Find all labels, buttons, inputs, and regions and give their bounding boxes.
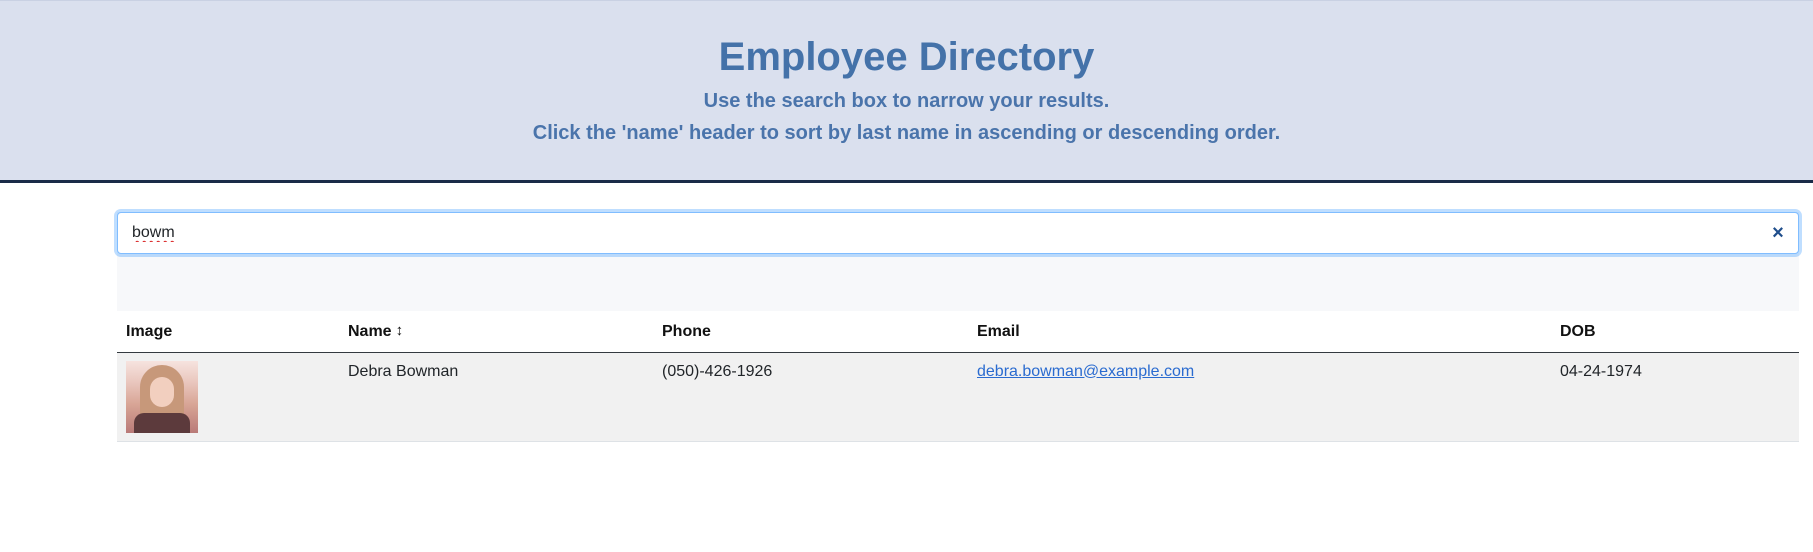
column-header-name[interactable]: Name ↕ bbox=[339, 312, 653, 353]
cell-dob: 04-24-1974 bbox=[1551, 352, 1799, 442]
employee-name: Debra Bowman bbox=[348, 362, 459, 380]
cell-image bbox=[117, 352, 339, 442]
column-header-dob-label: DOB bbox=[1560, 322, 1596, 340]
column-header-image: Image bbox=[117, 312, 339, 353]
page-subtitle-search-hint: Use the search box to narrow your result… bbox=[703, 90, 1110, 112]
table-row: Debra Bowman (050)-426-1926 debra.bowman… bbox=[117, 352, 1799, 442]
employee-dob: 04-24-1974 bbox=[1560, 362, 1642, 380]
search-input[interactable] bbox=[119, 214, 1739, 252]
page-header: Employee Directory Use the search box to… bbox=[0, 0, 1813, 183]
cell-name: Debra Bowman bbox=[339, 352, 653, 442]
employee-phone: (050)-426-1926 bbox=[662, 362, 773, 380]
column-header-name-label: Name bbox=[348, 323, 392, 341]
search-box: × bbox=[117, 212, 1799, 254]
cell-email: debra.bowman@example.com bbox=[968, 352, 1551, 442]
clear-search-icon[interactable]: × bbox=[1766, 221, 1790, 245]
employee-table: Image Name ↕ Phone Email DOB Debra Bowma… bbox=[117, 312, 1799, 442]
sort-icon[interactable]: ↕ bbox=[396, 322, 404, 339]
column-header-phone-label: Phone bbox=[662, 322, 711, 340]
cell-phone: (050)-426-1926 bbox=[653, 352, 968, 442]
page-subtitle-sort-hint: Click the 'name' header to sort by last … bbox=[532, 122, 1281, 144]
column-header-email: Email bbox=[968, 312, 1551, 353]
column-header-phone: Phone bbox=[653, 312, 968, 353]
employee-email-link[interactable]: debra.bowman@example.com bbox=[977, 363, 1194, 380]
column-header-image-label: Image bbox=[126, 322, 173, 340]
employee-photo-icon bbox=[126, 360, 198, 433]
column-header-email-label: Email bbox=[977, 322, 1020, 340]
page-title: Employee Directory bbox=[718, 35, 1095, 79]
search-area: × bbox=[117, 212, 1799, 311]
table-header-row: Image Name ↕ Phone Email DOB bbox=[117, 312, 1799, 353]
column-header-dob: DOB bbox=[1551, 312, 1799, 353]
